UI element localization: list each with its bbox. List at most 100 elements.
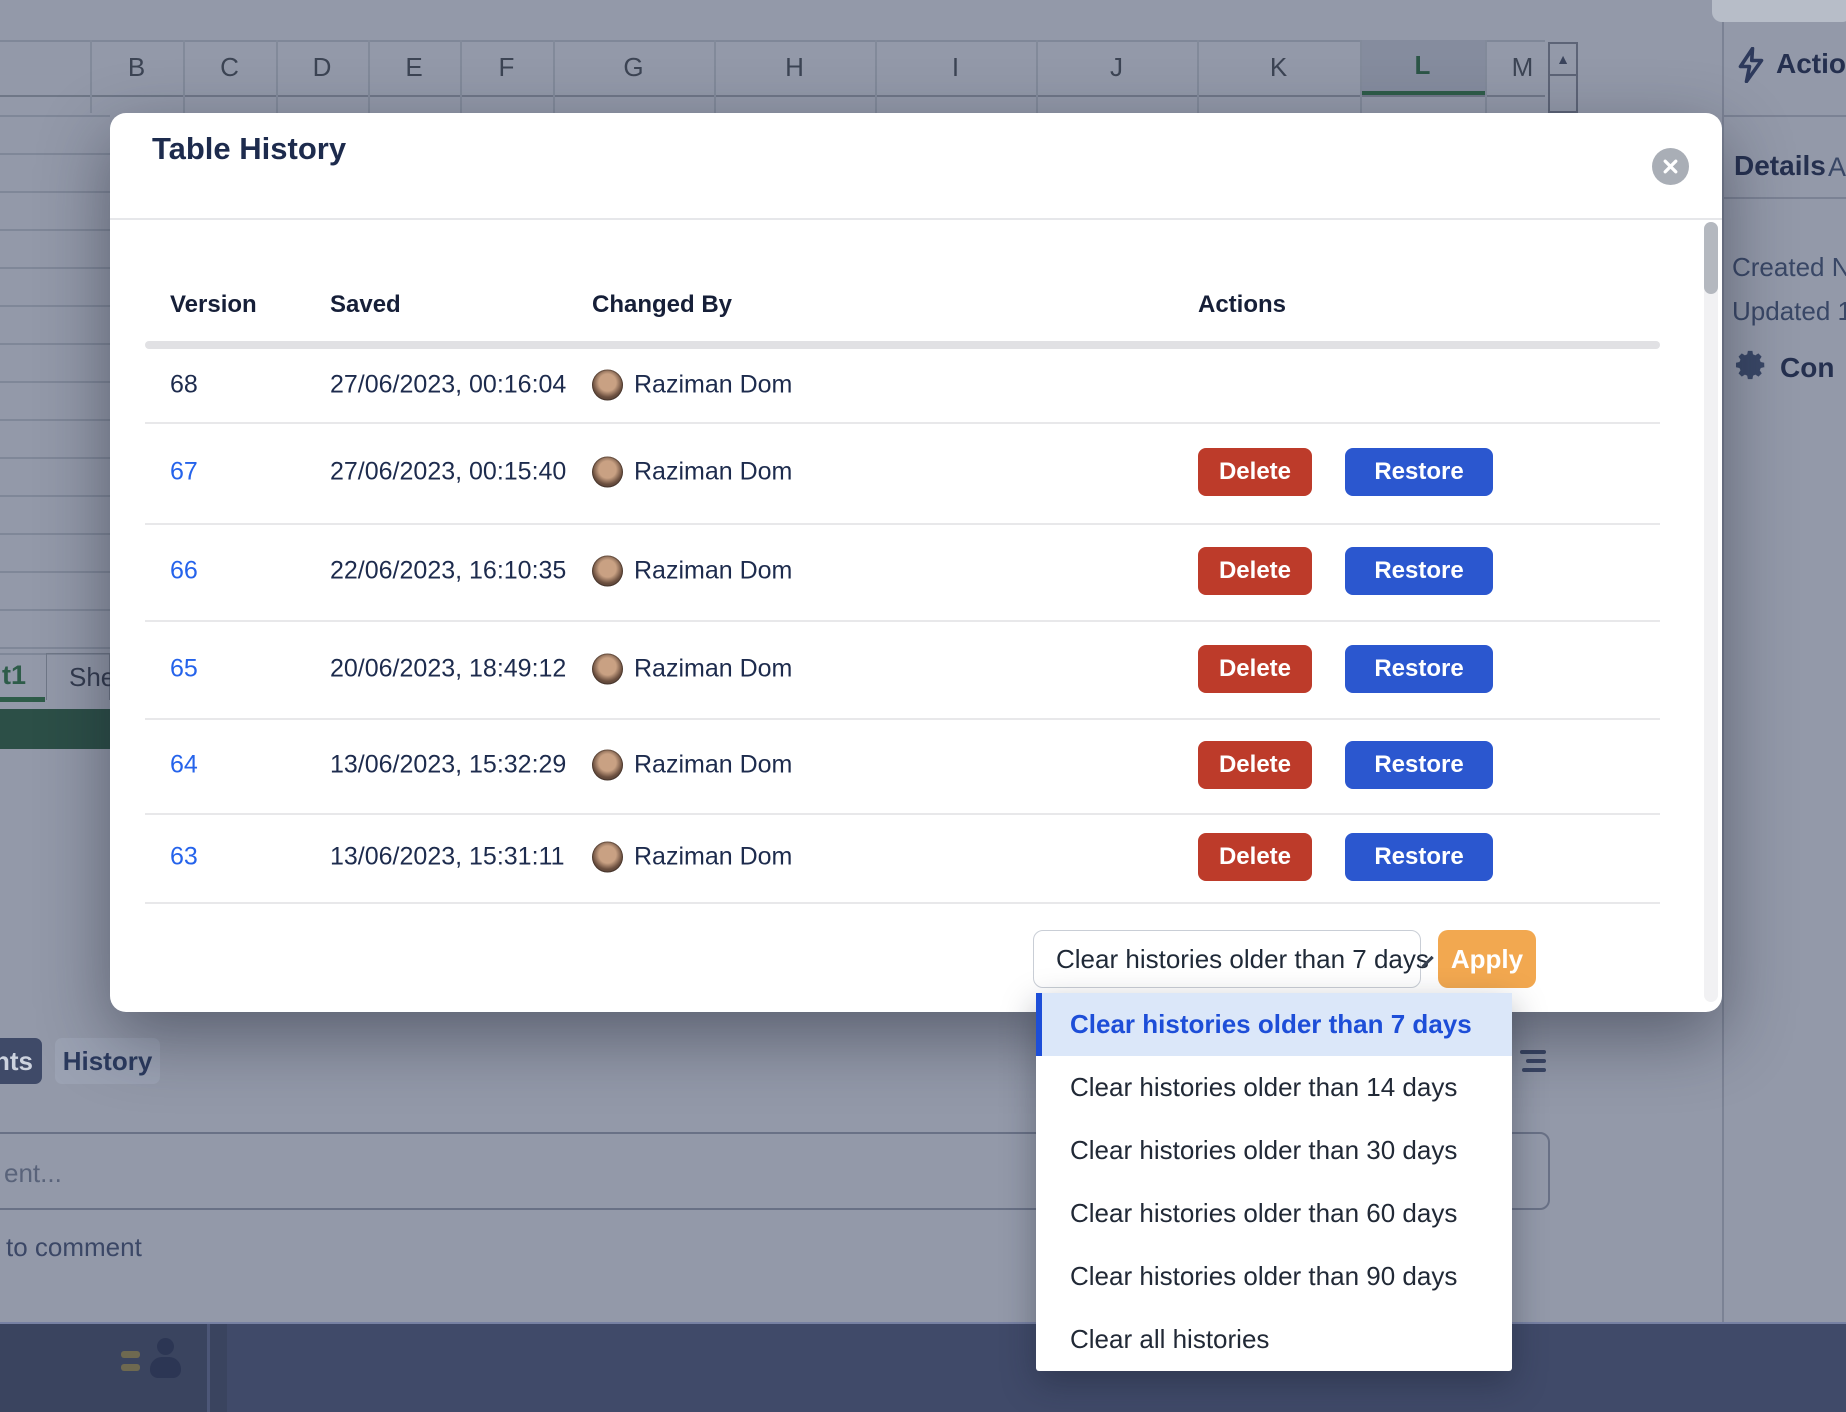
sheet-column-header-D[interactable]: D [276,40,368,95]
tab-comments[interactable]: nts [0,1038,42,1084]
sidebar-configuration-label[interactable]: Con [1780,352,1834,384]
tab-history[interactable]: History [55,1038,160,1084]
clear-histories-select-value: Clear histories older than 7 days [1056,944,1429,975]
restore-button[interactable]: Restore [1345,547,1493,595]
row-divider [145,523,1660,525]
grid-line [0,533,110,535]
modal-header-divider [110,218,1722,220]
delete-button[interactable]: Delete [1198,833,1312,881]
modal-title: Table History [152,131,346,167]
grid-line [714,40,716,113]
delete-button[interactable]: Delete [1198,645,1312,693]
sheet-column-header-G[interactable]: G [553,40,714,95]
modal-scrollbar[interactable] [1704,222,1718,1002]
grid-line [0,381,110,383]
sidebar-line [1722,115,1846,117]
grid-line [0,419,110,421]
sheet-column-header-H[interactable]: H [714,40,875,95]
grid-line [0,609,110,611]
grid-line [0,115,110,117]
dropdown-option[interactable]: Clear histories older than 14 days [1036,1056,1512,1119]
row-divider [145,422,1660,424]
grid-line [0,343,110,345]
history-row-version[interactable]: 65 [170,655,198,684]
history-row-version[interactable]: 64 [170,751,198,780]
avatar [592,556,623,587]
scroll-up-arrow-icon[interactable]: ▲ [1550,44,1576,76]
dropdown-option[interactable]: Clear all histories [1036,1308,1512,1371]
row-divider [145,902,1660,904]
avatar [592,654,623,685]
delete-button[interactable]: Delete [1198,448,1312,496]
clear-histories-dropdown-menu: Clear histories older than 7 daysClear h… [1036,993,1512,1371]
column-header-saved: Saved [330,291,401,319]
dropdown-option[interactable]: Clear histories older than 90 days [1036,1245,1512,1308]
sheet-tab-next[interactable]: She [46,653,110,700]
delete-button[interactable]: Delete [1198,547,1312,595]
apply-button[interactable]: Apply [1438,930,1536,988]
history-row-changed-by: Raziman Dom [634,557,792,586]
grid-line [276,40,278,113]
modal-scrollbar-thumb[interactable] [1704,222,1718,294]
comment-hint: to comment [6,1232,142,1263]
history-row-changed-by: Raziman Dom [634,458,792,487]
grid-line [0,495,110,497]
sheet-column-header-K[interactable]: K [1197,40,1360,95]
row-divider [145,620,1660,622]
sidebar-tab-details[interactable]: Details [1734,150,1826,182]
close-button[interactable] [1652,148,1689,185]
grid-line [0,267,110,269]
restore-button[interactable]: Restore [1345,741,1493,789]
selected-cell-strip [0,709,110,749]
row-divider [145,813,1660,815]
sheet-column-header-E[interactable]: E [368,40,460,95]
history-row-version[interactable]: 66 [170,557,198,586]
sheet-column-header-L[interactable]: L [1360,40,1485,95]
dropdown-option[interactable]: Clear histories older than 30 days [1036,1119,1512,1182]
clear-histories-select[interactable]: Clear histories older than 7 days [1033,930,1421,988]
avatar [592,370,623,401]
history-row-changed-by: Raziman Dom [634,371,792,400]
equals-icon [121,1364,140,1371]
sheet-column-header-C[interactable]: C [183,40,276,95]
align-lines-icon [1520,1050,1546,1054]
grid-line [1485,40,1487,113]
history-row-version[interactable]: 63 [170,843,198,872]
align-lines-icon [1522,1068,1546,1072]
bottom-toolbar [0,1322,1846,1412]
row-divider [145,718,1660,720]
gear-icon[interactable] [1734,348,1768,382]
grid-line [368,40,370,113]
lightning-icon [1736,47,1766,83]
restore-button[interactable]: Restore [1345,448,1493,496]
sheet-column-header-J[interactable]: J [1036,40,1197,95]
history-row-saved: 13/06/2023, 15:32:29 [330,751,566,780]
sheet-column-header-B[interactable]: B [90,40,183,95]
table-header-underline [145,341,1660,349]
history-row-saved: 20/06/2023, 18:49:12 [330,655,566,684]
sheet-header-bottom-line [0,95,1545,97]
delete-button[interactable]: Delete [1198,741,1312,789]
restore-button[interactable]: Restore [1345,645,1493,693]
grid-line [553,40,555,113]
sheet-column-header-F[interactable]: F [460,40,553,95]
align-lines-icon [1526,1059,1546,1063]
sidebar-actions-label[interactable]: Actio [1776,48,1846,80]
floating-toolbar-card [1712,0,1846,22]
restore-button[interactable]: Restore [1345,833,1493,881]
column-header-version: Version [170,291,257,319]
sheet-scrollbar[interactable]: ▲ [1548,42,1578,113]
dropdown-option[interactable]: Clear histories older than 7 days [1036,993,1512,1056]
sidebar-tab-activity-partial[interactable]: A [1828,152,1846,183]
history-row-saved: 22/06/2023, 16:10:35 [330,557,566,586]
history-row-changed-by: Raziman Dom [634,655,792,684]
grid-line [1360,40,1362,113]
table-history-modal: Table History Version Saved Changed By A… [110,113,1722,1012]
dropdown-option[interactable]: Clear histories older than 60 days [1036,1182,1512,1245]
grid-line [875,40,877,113]
history-row-version[interactable]: 67 [170,458,198,487]
equals-icon [121,1351,140,1358]
sidebar-created-label: Created N [1732,252,1846,283]
sheet-tab-active[interactable]: t1 [2,660,26,691]
sheet-column-header-I[interactable]: I [875,40,1036,95]
